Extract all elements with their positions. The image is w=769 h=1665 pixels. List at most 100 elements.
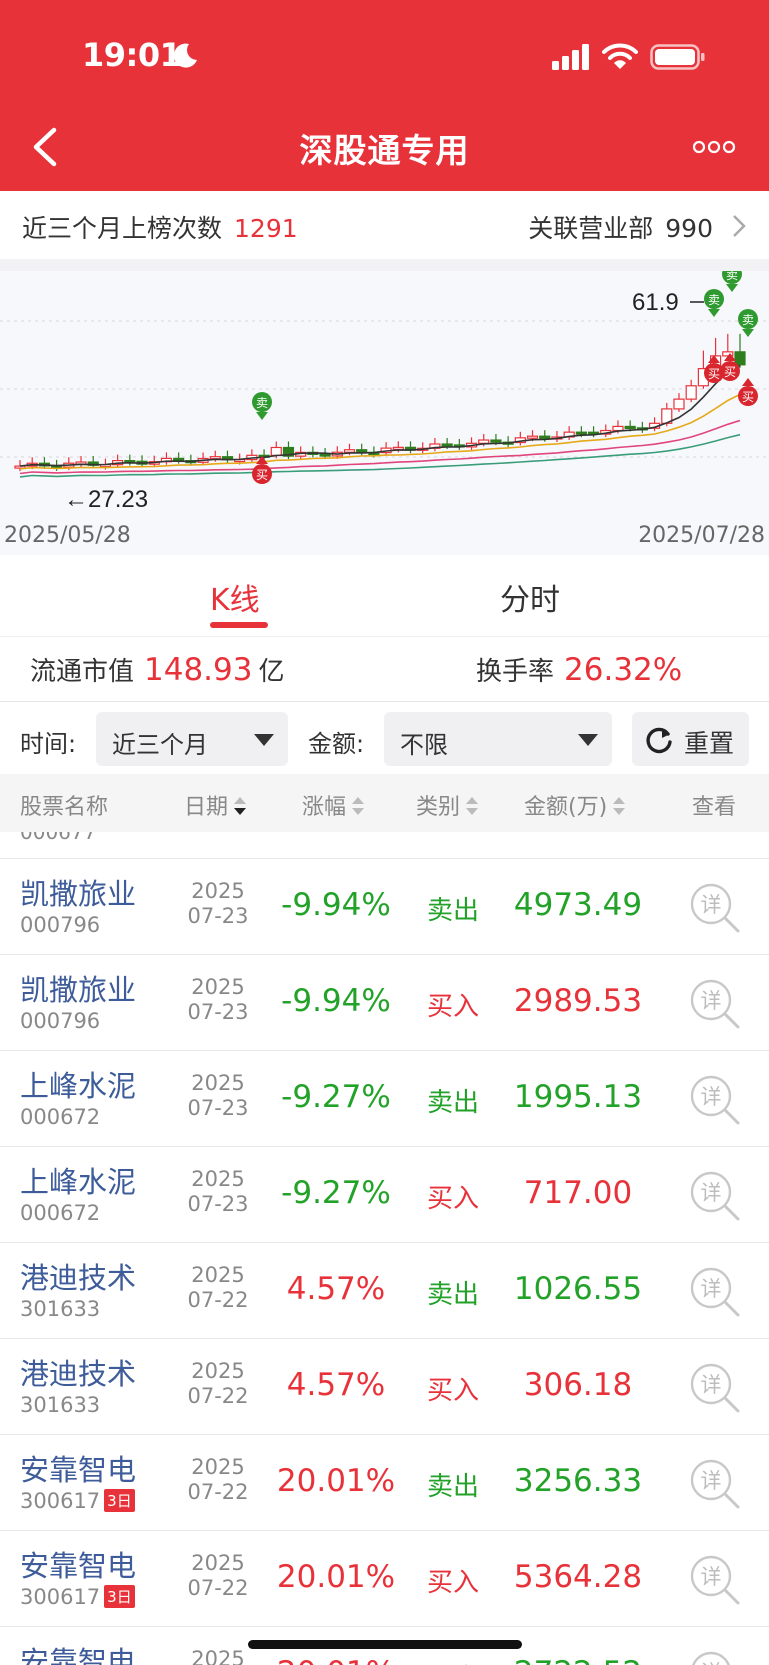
detail-label: 详 <box>701 1277 722 1301</box>
trade-type: 卖出 <box>412 1658 494 1665</box>
marker-arrow <box>708 309 720 317</box>
stock-name[interactable]: 凯撒旅业 <box>20 967 136 1009</box>
stock-code: 301633 <box>20 1297 101 1321</box>
trade-amount: 2722.52 <box>500 1655 656 1665</box>
chevron-right-icon[interactable] <box>731 213 747 239</box>
related-branches[interactable]: 关联营业部 990 <box>528 209 713 245</box>
candle-body <box>612 425 624 432</box>
trade-list[interactable]: 000677 凯撒旅业 000796 2025 07-23 -9.94% 卖出 4973.4… <box>0 832 769 1665</box>
time-filter-select[interactable]: 近三个月 <box>96 712 288 766</box>
table-row[interactable]: 安靠智电 300617 3日 2025 07-22 20.01% 买入 5364.28 详 <box>0 1531 769 1627</box>
stock-code-cell: 000796 <box>20 1009 100 1033</box>
table-row[interactable]: 上峰水泥 000672 2025 07-23 -9.27% 卖出 1995.13 详 <box>0 1051 769 1147</box>
trade-amount: 4973.49 <box>513 887 643 923</box>
detail-label: 详 <box>701 1661 722 1665</box>
detail-search-icon[interactable]: 详 <box>688 881 742 935</box>
low-price-label: ←27.23 <box>64 486 148 513</box>
detail-search-icon[interactable]: 详 <box>688 977 742 1031</box>
column-header-label: 日期 <box>184 795 229 820</box>
ranking-count: 近三个月上榜次数 1291 <box>22 209 298 245</box>
trade-date-md: 07-22 <box>187 1576 249 1600</box>
stock-name[interactable]: 凯撒旅业 <box>20 871 136 913</box>
section-divider <box>0 259 769 271</box>
stock-name[interactable]: 港迪技术 <box>20 1255 136 1297</box>
trade-date-year: 2025 <box>191 1167 245 1191</box>
candle-body <box>478 439 490 444</box>
trade-date-md: 07-23 <box>187 1192 249 1216</box>
marker-label: 买 <box>256 468 268 482</box>
app-header: 19:01 深股通专用 <box>0 0 769 191</box>
column-header-change[interactable]: 涨幅 <box>302 789 365 821</box>
chart-gridlines <box>0 320 769 458</box>
table-row[interactable]: 港迪技术 301633 2025 07-22 4.57% 买入 306.18 详 <box>0 1339 769 1435</box>
candle-body <box>319 453 331 457</box>
price-change: 20.01% <box>276 1559 396 1595</box>
column-header-amount[interactable]: 金额(万) <box>524 789 626 821</box>
trade-date: 202507-22 <box>178 1647 258 1665</box>
stock-name[interactable]: 上峰水泥 <box>20 1063 136 1105</box>
home-indicator <box>248 1640 522 1649</box>
detail-search-icon[interactable]: 详 <box>688 1073 742 1127</box>
marker-arrow <box>726 284 738 292</box>
sort-icon <box>613 797 626 815</box>
detail-search-icon[interactable]: 详 <box>688 1457 742 1511</box>
candlestick-series <box>14 333 746 472</box>
detail-label: 详 <box>701 1469 722 1493</box>
kline-chart[interactable]: 卖买卖卖卖买买买 ←27.23 61.9 2025/05/28 2025/07/… <box>0 271 769 555</box>
stock-name[interactable]: 安靠智电 <box>20 1447 136 1489</box>
trade-date: 2025 07-23 <box>178 1071 258 1121</box>
turnover-rate-label: 换手率 <box>476 657 555 687</box>
trade-date-md: 07-22 <box>187 1288 249 1312</box>
table-row-partial[interactable]: 000677 <box>0 832 769 859</box>
stock-name[interactable]: 上峰水泥 <box>20 1159 136 1201</box>
trade-date: 202507-22 <box>178 1551 258 1601</box>
trade-type: 卖出 <box>426 1088 479 1118</box>
amount-filter-label: 金额: <box>308 730 365 758</box>
detail-search-icon[interactable]: 详 <box>688 1649 742 1665</box>
detail-search-icon[interactable]: 详 <box>688 1361 742 1415</box>
trade-date-year: 2025 <box>191 1359 245 1383</box>
marker-label: 卖 <box>742 313 754 327</box>
column-header-date[interactable]: 日期 <box>184 789 247 821</box>
table-row[interactable]: 凯撒旅业 000796 2025 07-23 -9.94% 卖出 4973.49 详 <box>0 859 769 955</box>
summary-row[interactable]: 近三个月上榜次数 1291 关联营业部 990 <box>0 191 769 259</box>
reset-button[interactable]: 重置 <box>632 712 749 766</box>
detail-label: 详 <box>701 1373 722 1397</box>
price-change: 20.01% <box>276 1463 396 1499</box>
trade-type: 买入 <box>426 992 479 1022</box>
moving-average-line-2 <box>19 393 741 470</box>
table-row[interactable]: 安靠智电 300617 3日 2025 07-22 20.01% 卖出 3256.33 详 <box>0 1435 769 1531</box>
stock-metrics: 流通市值 148.93 亿 换手率 26.32% <box>0 637 769 702</box>
trade-amount: 306.18 <box>523 1367 633 1403</box>
detail-search-icon[interactable]: 详 <box>688 1169 742 1223</box>
candle-body <box>673 398 685 410</box>
amount-filter-select[interactable]: 不限 <box>384 712 612 766</box>
table-row[interactable]: 凯撒旅业 000796 2025 07-23 -9.94% 买入 2989.53 详 <box>0 955 769 1051</box>
candle-body <box>624 425 636 430</box>
table-row[interactable]: 上峰水泥 000672 2025 07-23 -9.27% 买入 717.00 详 <box>0 1147 769 1243</box>
trade-amount: 3256.33 <box>513 1463 643 1499</box>
stock-name[interactable]: 港迪技术 <box>20 1351 136 1393</box>
moon-icon <box>173 43 197 68</box>
column-header-type[interactable]: 类别 <box>416 789 479 821</box>
column-header-label: 股票名称 <box>20 795 109 820</box>
tab-intraday[interactable]: 分时 <box>500 575 560 619</box>
more-options-icon[interactable] <box>692 138 736 156</box>
marker-arrow <box>742 329 754 337</box>
stock-code: 300617 <box>20 1585 101 1609</box>
trade-amount: 1026.55 <box>513 1271 643 1307</box>
stock-name[interactable]: 安靠智电 <box>20 1543 136 1585</box>
detail-search-icon[interactable]: 详 <box>688 1265 742 1319</box>
candle-body <box>490 439 502 443</box>
detail-label: 详 <box>701 1565 722 1589</box>
detail-label: 详 <box>701 1085 722 1109</box>
status-time: 19:01 <box>82 36 182 74</box>
stock-name[interactable]: 安靠智电 <box>20 1639 136 1665</box>
price-change: 4.57% <box>286 1271 386 1307</box>
tab-kline[interactable]: K线 <box>210 575 260 619</box>
detail-search-icon[interactable]: 详 <box>688 1553 742 1607</box>
marker-label: 卖 <box>256 396 268 410</box>
column-header-label: 涨幅 <box>302 795 347 820</box>
trade-date: 2025 07-23 <box>178 975 258 1025</box>
table-row[interactable]: 港迪技术 301633 2025 07-22 4.57% 卖出 1026.55 详 <box>0 1243 769 1339</box>
